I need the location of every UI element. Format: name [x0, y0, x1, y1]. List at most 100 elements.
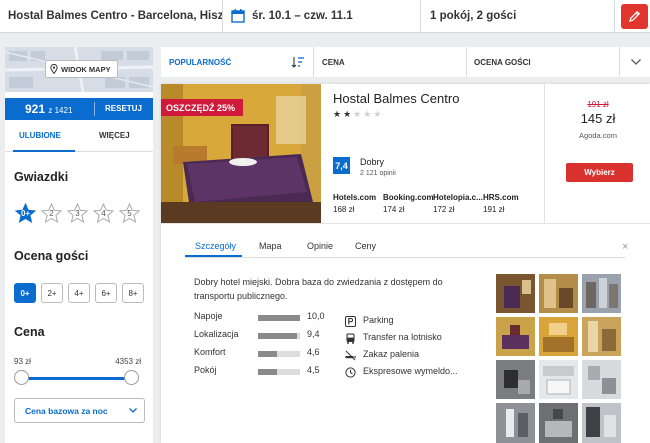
- amenity-label: Ekspresowe wymeldo...: [363, 366, 458, 376]
- tab-more[interactable]: WIĘCEJ: [99, 131, 130, 140]
- rating-option-8[interactable]: 8+: [122, 283, 144, 303]
- partner-offer[interactable]: Hotels.com 168 zł: [333, 193, 376, 214]
- price-type-value: Cena bazowa za noc: [25, 406, 108, 416]
- gallery-photo[interactable]: [496, 360, 535, 399]
- partner-price: 168 zł: [333, 205, 355, 214]
- chevron-down-icon[interactable]: [631, 59, 641, 65]
- tab-favourites[interactable]: ULUBIONE: [19, 131, 61, 140]
- sort-guest-rating[interactable]: OCENA GOŚCI: [474, 47, 531, 77]
- price-slider-max-handle[interactable]: [124, 370, 139, 385]
- star-icon: ★: [353, 109, 362, 119]
- dates-field[interactable]: śr. 10.1 – czw. 11.1: [252, 10, 353, 22]
- star-option-label: 3: [75, 209, 80, 218]
- rating-label: Napoje: [194, 311, 223, 321]
- rating-value: 4,6: [307, 347, 320, 357]
- gallery-image: [539, 274, 578, 313]
- map-preview[interactable]: WIDOK MAPY: [5, 47, 153, 92]
- hotel-star-rating: ★ ★ ★ ★ ★: [333, 109, 381, 120]
- gallery-photo[interactable]: [582, 403, 621, 443]
- amenity-label: Parking: [363, 315, 394, 325]
- partner-name: Booking.com: [383, 193, 434, 202]
- search-divider: [614, 0, 615, 33]
- discount-badge: OSZCZĘDŹ 25%: [161, 99, 244, 116]
- rooms-guests-field[interactable]: 1 pokój, 2 gości: [430, 10, 516, 22]
- tab-prices[interactable]: Ceny: [355, 241, 376, 251]
- edit-search-button[interactable]: [621, 4, 648, 29]
- partner-price: 174 zł: [383, 205, 405, 214]
- rating-row: Napoje 10,0: [194, 311, 334, 325]
- rating-bar: [258, 315, 300, 321]
- star-option-5[interactable]: 5: [119, 203, 140, 224]
- gallery-photo[interactable]: [496, 274, 535, 313]
- express-checkout-icon: [345, 367, 356, 378]
- close-details-button[interactable]: ×: [622, 241, 628, 253]
- choose-deal-button[interactable]: Wybierz: [566, 163, 633, 182]
- price-slider-track: [21, 377, 131, 380]
- stars-filter: 0+ 2 3 4 5: [15, 203, 140, 224]
- gallery-photo[interactable]: [496, 317, 535, 356]
- deal-price: 145 zł: [580, 111, 616, 126]
- chevron-down-icon: [129, 408, 137, 413]
- sort-order-icon[interactable]: [291, 56, 305, 68]
- star-option-label: 4: [101, 209, 106, 218]
- partner-offer[interactable]: HRS.com 191 zł: [483, 193, 519, 214]
- gallery-photo[interactable]: [582, 317, 621, 356]
- hotel-name[interactable]: Hostal Balmes Centro: [333, 91, 459, 106]
- price-slider-min-handle[interactable]: [14, 370, 29, 385]
- partner-offer[interactable]: Hotelopia.c... 172 zł: [433, 193, 483, 214]
- gallery-image: [539, 360, 578, 399]
- gallery-image: [582, 274, 621, 313]
- bus-icon: [346, 333, 355, 344]
- gallery-image: [539, 403, 578, 443]
- tab-reviews[interactable]: Opinie: [307, 241, 333, 251]
- gallery-photo[interactable]: [539, 317, 578, 356]
- calendar-icon: [231, 9, 245, 23]
- rating-bar: [258, 369, 300, 375]
- partner-offer[interactable]: Booking.com 174 zł: [383, 193, 434, 214]
- star-option-4[interactable]: 4: [93, 203, 114, 224]
- star-option-0[interactable]: 0+: [15, 203, 36, 224]
- amenity-label: Transfer na lotnisko: [363, 332, 442, 342]
- stars-filter-title: Gwiazdki: [14, 170, 69, 184]
- rating-label: Komfort: [194, 347, 226, 357]
- partner-name: Hotels.com: [333, 193, 377, 202]
- tab-map[interactable]: Mapa: [259, 241, 282, 251]
- gallery-photo[interactable]: [539, 274, 578, 313]
- gallery-photo[interactable]: [539, 403, 578, 443]
- star-icon: ★: [373, 109, 382, 119]
- partner-price: 172 zł: [433, 205, 455, 214]
- sort-popularity[interactable]: POPULARNOŚĆ: [169, 47, 231, 77]
- rating-option-6[interactable]: 6+: [95, 283, 117, 303]
- rating-label: Pokój: [194, 365, 217, 375]
- rating-option-4[interactable]: 4+: [68, 283, 90, 303]
- gallery-image: [582, 360, 621, 399]
- reset-filters-button[interactable]: RESETUJ: [105, 104, 142, 113]
- gallery-image: [496, 360, 535, 399]
- map-pin-icon: [50, 64, 58, 74]
- results-count: 921 z 1421: [25, 102, 72, 116]
- deal-site: Agoda.com: [579, 131, 617, 140]
- amenity-item: Ekspresowe wymeldo...: [345, 366, 495, 380]
- hotel-photo[interactable]: OSZCZĘDŹ 25%: [161, 84, 321, 223]
- gallery-photo[interactable]: [496, 403, 535, 443]
- price-type-select[interactable]: Cena bazowa za noc: [14, 398, 145, 423]
- sidebar-tabs: ULUBIONE WIĘCEJ: [5, 122, 153, 152]
- star-option-2[interactable]: 2: [41, 203, 62, 224]
- gallery-photo[interactable]: [539, 360, 578, 399]
- rating-row: Pokój 4,5: [194, 365, 334, 379]
- sort-bar: POPULARNOŚĆ CENA OCENA GOŚCI: [161, 47, 650, 77]
- sort-price[interactable]: CENA: [322, 47, 345, 77]
- gallery-photo[interactable]: [582, 360, 621, 399]
- rating-bar-fill: [258, 333, 298, 339]
- tab-details[interactable]: Szczegóły: [195, 241, 236, 251]
- map-view-button[interactable]: WIDOK MAPY: [45, 60, 118, 78]
- gallery-image: [582, 317, 621, 356]
- star-option-3[interactable]: 3: [67, 203, 88, 224]
- amenity-item: Parking: [345, 315, 495, 329]
- pencil-icon: [629, 10, 641, 22]
- gallery-photo[interactable]: [582, 274, 621, 313]
- rating-value: 10,0: [307, 311, 325, 321]
- rating-option-2[interactable]: 2+: [41, 283, 63, 303]
- destination-field[interactable]: Hostal Balmes Centro - Barcelona, Hisz: [8, 10, 223, 22]
- rating-option-0[interactable]: 0+: [14, 283, 36, 303]
